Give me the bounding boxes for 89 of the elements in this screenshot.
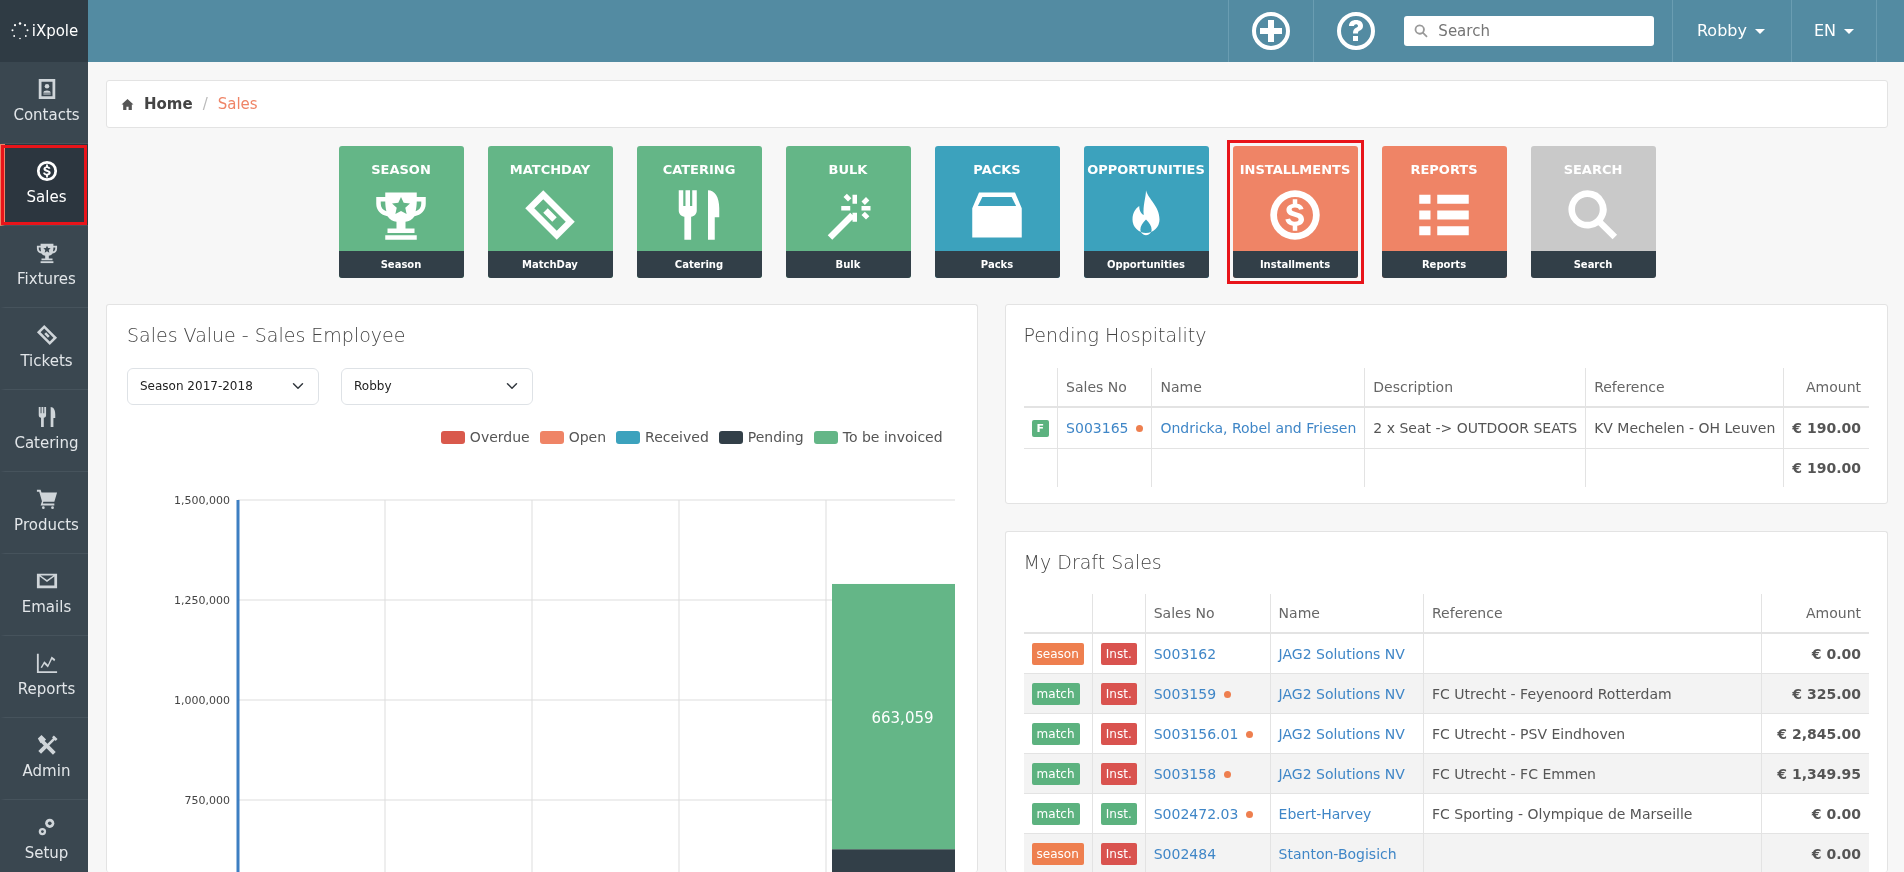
help-button[interactable]: [1335, 11, 1376, 51]
customer-link[interactable]: JAG2 Solutions NV: [1278, 645, 1405, 662]
sidebar-item[interactable]: Catering: [0, 390, 88, 472]
breadcrumb-separator: /: [202, 93, 208, 115]
season-select[interactable]: Season 2017-2018: [127, 367, 319, 405]
column-header: Reference: [1423, 594, 1762, 633]
amount-cell: € 190.00: [1792, 419, 1861, 436]
column-header: Sales No: [1057, 367, 1152, 407]
caret-icon: [1754, 28, 1765, 34]
amount-cell: € 0.00: [1811, 805, 1861, 822]
dollar-icon: [35, 160, 58, 183]
add-button[interactable]: [1250, 11, 1291, 51]
column-header: Name: [1270, 594, 1424, 633]
panel-title: Sales Value - Sales Employee: [127, 323, 407, 348]
installment-tag: Inst.: [1100, 683, 1137, 705]
reference-cell: FC Utrecht - FC Emmen: [1432, 765, 1596, 782]
total-amount: € 190.00: [1792, 459, 1861, 476]
home-icon: [121, 97, 134, 111]
sales-number-link[interactable]: S003156.01: [1153, 725, 1239, 742]
customer-link[interactable]: Ebert-Harvey: [1278, 805, 1372, 822]
amount-cell: € 325.00: [1792, 685, 1861, 702]
sidebar-item[interactable]: Tickets: [0, 308, 88, 390]
panel-title: My Draft Sales: [1023, 549, 1163, 575]
sidebar-item[interactable]: Fixtures: [0, 226, 88, 308]
sidebar-item[interactable]: Sales: [0, 144, 88, 226]
panel-title: Pending Hospitality: [1023, 323, 1208, 348]
language-menu[interactable]: EN: [1813, 19, 1836, 43]
type-tag: match: [1031, 723, 1080, 745]
search-icon: [1413, 23, 1429, 39]
amount-cell: € 2,845.00: [1777, 725, 1861, 742]
sales-tile[interactable]: INSTALLMENTS Installments: [1226, 140, 1364, 284]
logo-text: iXpole: [31, 20, 79, 42]
description-cell: 2 x Seat -> OUTDOOR SEATS: [1373, 419, 1578, 436]
amount-cell: € 0.00: [1811, 845, 1861, 862]
type-tag: match: [1031, 803, 1080, 825]
installment-tag: Inst.: [1100, 843, 1137, 865]
user-menu[interactable]: Robby: [1696, 19, 1747, 43]
amount-cell: € 0.00: [1811, 645, 1861, 662]
trophy-icon: [35, 242, 58, 265]
reference-cell: FC Utrecht - Feyenoord Rotterdam: [1432, 685, 1672, 702]
type-tag: match: [1031, 683, 1080, 705]
status-badge: F: [1031, 419, 1050, 437]
line-chart-icon: [35, 652, 58, 675]
legend-label: Received: [645, 427, 709, 447]
legend-label: Open: [568, 427, 607, 447]
sidebar-item[interactable]: Reports: [0, 636, 88, 718]
column-header: Name: [1151, 367, 1365, 407]
axis-tick-label: 1,000,000: [174, 693, 230, 707]
reference-cell: FC Sporting - Olympique de Marseille: [1432, 805, 1693, 822]
search-field[interactable]: Search: [1403, 16, 1654, 46]
sales-number-link[interactable]: S003165: [1066, 419, 1129, 436]
customer-link[interactable]: Ondricka, Robel and Friesen: [1160, 419, 1357, 436]
tools-icon: [35, 734, 58, 757]
ticket-icon: [35, 324, 58, 347]
sales-number-link[interactable]: S003162: [1153, 645, 1217, 662]
installment-tag: Inst.: [1100, 803, 1137, 825]
bar-value-label: 663,059: [871, 708, 934, 727]
sidebar-item[interactable]: Admin: [0, 718, 88, 800]
reference-cell: KV Mechelen - OH Leuven: [1594, 419, 1776, 436]
type-tag: match: [1031, 763, 1080, 785]
cart-icon: [35, 488, 58, 511]
sidebar-item[interactable]: Emails: [0, 554, 88, 636]
employee-select[interactable]: Robby: [341, 367, 533, 405]
legend-label: To be invoiced: [842, 427, 943, 447]
axis-tick-label: 1,500,000: [174, 493, 230, 507]
installment-tag: Inst.: [1100, 763, 1137, 785]
column-header: Amount: [1761, 594, 1869, 633]
sidebar-item[interactable]: Setup: [0, 800, 88, 872]
customer-link[interactable]: JAG2 Solutions NV: [1278, 725, 1405, 742]
logo-icon: [9, 21, 30, 41]
dollar-icon: [1268, 188, 1322, 243]
column-header: Sales No: [1145, 594, 1271, 633]
column-header: Amount: [1783, 367, 1869, 407]
sales-number-link[interactable]: S002472.03: [1153, 805, 1239, 822]
column-header: Reference: [1585, 367, 1784, 407]
type-tag: season: [1031, 643, 1084, 665]
amount-cell: € 1,349.95: [1777, 765, 1861, 782]
reference-cell: FC Utrecht - PSV Eindhoven: [1432, 725, 1626, 742]
installment-tag: Inst.: [1100, 723, 1137, 745]
column-header: Description: [1364, 367, 1586, 407]
axis-tick-label: 750,000: [184, 793, 230, 807]
type-tag: season: [1031, 843, 1084, 865]
sidebar-item[interactable]: Products: [0, 472, 88, 554]
legend-label: Pending: [747, 427, 804, 447]
caret-icon: [1844, 28, 1854, 34]
axis-tick-label: 1,250,000: [174, 593, 230, 607]
legend-label: Overdue: [469, 427, 530, 447]
installment-tag: Inst.: [1100, 643, 1137, 665]
breadcrumb-link[interactable]: Home: [144, 92, 193, 116]
